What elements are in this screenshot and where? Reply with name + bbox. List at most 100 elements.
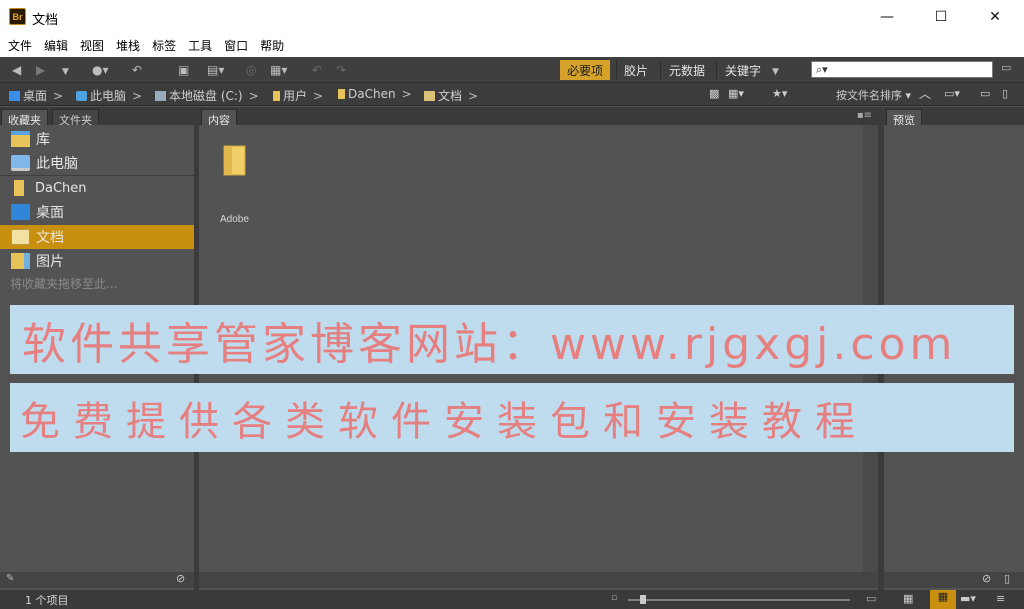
content-item-label[interactable]: Adobe bbox=[220, 214, 249, 225]
bridge-app-icon: Br bbox=[9, 8, 26, 25]
computer-icon bbox=[11, 155, 30, 171]
watermark-text-2: 免费提供各类软件安装包和安装教程 bbox=[20, 398, 868, 445]
path-bar: 桌面 > 此电脑 > 本地磁盘 (C:) > 用户 > DaChen > 文档 > ▩ ▦▾… bbox=[0, 83, 1024, 106]
user-folder-icon bbox=[14, 180, 24, 196]
minimize-button[interactable]: — bbox=[864, 0, 910, 34]
sort-ascending-icon[interactable]: ︿ bbox=[919, 85, 931, 102]
content-panel-footer bbox=[199, 572, 878, 588]
star-filter-icon[interactable]: ★▾ bbox=[772, 87, 787, 100]
refine-icon[interactable]: ▤▾ bbox=[207, 63, 224, 77]
fav-item-label: 图片 bbox=[36, 254, 64, 270]
fav-item-documents[interactable]: 文档 bbox=[0, 225, 194, 249]
lock-grid-icon[interactable]: ▦ bbox=[903, 592, 913, 605]
fav-item-library[interactable]: 库 bbox=[0, 127, 194, 151]
workspace-keywords[interactable]: 关键字 bbox=[718, 60, 768, 80]
rotate-right-icon[interactable]: ↷ bbox=[336, 63, 346, 77]
breadcrumb-documents[interactable]: 文档 > bbox=[424, 87, 478, 104]
tab-content[interactable]: 内容 bbox=[201, 109, 237, 127]
desktop-icon bbox=[9, 90, 20, 101]
favorites-drop-hint: 将收藏夹拖移至此... bbox=[10, 277, 118, 291]
workspace-divider bbox=[660, 61, 661, 79]
panel-menu-icon[interactable]: ▪≡ bbox=[857, 110, 872, 121]
watermark-text-1: 软件共享管家博客网站：www.rjgxgj.com bbox=[22, 318, 957, 370]
tab-folders[interactable]: 文件夹 bbox=[52, 109, 99, 127]
history-dropdown-icon[interactable]: ▼ bbox=[62, 65, 69, 79]
rotate-left-icon[interactable]: ↶ bbox=[312, 63, 322, 77]
breadcrumb-local-disk[interactable]: 本地磁盘 (C:) > bbox=[155, 87, 259, 104]
fav-item-desktop[interactable]: 桌面 bbox=[0, 200, 194, 224]
compact-mode-icon[interactable]: ▭ bbox=[1001, 61, 1015, 77]
thumbnail-slider-thumb[interactable] bbox=[640, 595, 646, 604]
thumbnail-size-slider[interactable] bbox=[628, 599, 850, 601]
fav-item-label: 桌面 bbox=[36, 205, 64, 221]
item-count: 1 个项目 bbox=[25, 594, 69, 607]
pictures-icon bbox=[11, 253, 30, 269]
watermark-banner-1: 软件共享管家博客网站：www.rjgxgj.com bbox=[10, 305, 1014, 374]
maximize-button[interactable]: ☐ bbox=[918, 0, 964, 34]
menu-label[interactable]: 标签 bbox=[152, 37, 176, 54]
fav-item-dachen[interactable]: DaChen bbox=[0, 176, 194, 200]
menu-view[interactable]: 视图 bbox=[80, 37, 104, 54]
zoom-out-icon[interactable]: ▫ bbox=[611, 593, 617, 603]
view-list-icon[interactable]: ≡ bbox=[996, 592, 1005, 605]
library-icon bbox=[11, 131, 30, 147]
pin-icon[interactable]: ✎ bbox=[6, 573, 14, 584]
output-icon[interactable]: ▦▾ bbox=[270, 63, 287, 77]
view-grid-icon[interactable]: ▦▾ bbox=[728, 87, 744, 100]
open-recent-folder-icon[interactable]: ▭▾ bbox=[944, 87, 960, 100]
folder-icon bbox=[273, 90, 280, 101]
fav-item-pictures[interactable]: 图片 bbox=[0, 249, 194, 273]
view-details-icon[interactable]: ▬▾ bbox=[960, 592, 976, 605]
workspace-filmstrip[interactable]: 胶片 bbox=[617, 60, 655, 80]
documents-icon bbox=[11, 229, 30, 245]
preview-panel-footer: ⊘ ▯ bbox=[884, 572, 1024, 588]
watermark-banner-2: 免费提供各类软件安装包和安装教程 bbox=[10, 383, 1014, 452]
computer-icon bbox=[76, 90, 87, 101]
close-button[interactable]: ✕ bbox=[972, 0, 1018, 34]
fav-item-label: 文档 bbox=[36, 230, 64, 246]
bridge-window: Br 文档 — ☐ ✕ 文件 编辑 视图 堆栈 标签 工具 窗口 帮助 ◀ ▶ … bbox=[0, 0, 1024, 609]
back-arrow-icon[interactable]: ◀ bbox=[12, 63, 21, 77]
disk-icon bbox=[155, 90, 166, 101]
fav-item-this-pc[interactable]: 此电脑 bbox=[0, 151, 194, 175]
stop-icon[interactable]: ⊘ bbox=[982, 572, 991, 585]
tab-favorites[interactable]: 收藏夹 bbox=[1, 109, 48, 127]
menu-window[interactable]: 窗口 bbox=[224, 37, 248, 54]
desktop-icon bbox=[11, 204, 30, 220]
menu-help[interactable]: 帮助 bbox=[260, 37, 284, 54]
workspace-metadata[interactable]: 元数据 bbox=[662, 60, 712, 80]
folder-icon[interactable] bbox=[223, 145, 246, 176]
tab-preview[interactable]: 预览 bbox=[886, 109, 922, 127]
breadcrumb-users[interactable]: 用户 > bbox=[273, 87, 323, 104]
open-camera-raw-icon[interactable]: ◎ bbox=[246, 63, 256, 77]
menu-stack[interactable]: 堆栈 bbox=[116, 37, 140, 54]
thumbnail-quality-icon[interactable]: ▩ bbox=[709, 87, 719, 100]
view-thumbnails-icon[interactable]: ▦ bbox=[930, 590, 956, 609]
breadcrumb-this-pc[interactable]: 此电脑 > bbox=[76, 87, 142, 104]
forward-arrow-icon[interactable]: ▶ bbox=[36, 63, 45, 77]
menu-edit[interactable]: 编辑 bbox=[44, 37, 68, 54]
menu-bar: 文件 编辑 视图 堆栈 标签 工具 窗口 帮助 bbox=[0, 34, 1024, 57]
zoom-in-icon[interactable]: ▭ bbox=[866, 592, 876, 605]
left-panel-tabs: 收藏夹 文件夹 bbox=[0, 107, 194, 127]
new-folder-icon[interactable]: ▭ bbox=[980, 87, 990, 100]
breadcrumb-dachen[interactable]: DaChen > bbox=[338, 87, 412, 101]
breadcrumb-desktop[interactable]: 桌面 > bbox=[9, 87, 63, 104]
status-bar: 1 个项目 ▫ ▭ ▦ ▦ ▬▾ ≡ bbox=[0, 590, 1024, 609]
workspace-dropdown-icon[interactable]: ▼ bbox=[772, 65, 779, 79]
delete-icon[interactable]: ▯ bbox=[1002, 87, 1008, 100]
window-title: 文档 bbox=[32, 13, 59, 28]
fav-item-label: DaChen bbox=[35, 180, 87, 196]
menu-file[interactable]: 文件 bbox=[8, 37, 32, 54]
workspace-divider bbox=[716, 61, 717, 79]
remove-favorite-icon[interactable]: ⊘ bbox=[176, 572, 185, 585]
search-input[interactable]: ⌕▾ bbox=[811, 61, 993, 78]
sort-button[interactable]: 按文件名排序 ▾ bbox=[836, 87, 911, 103]
workspace-essentials[interactable]: 必要项 bbox=[560, 60, 611, 80]
camera-import-icon[interactable]: ▣ bbox=[178, 63, 189, 77]
recent-icon[interactable]: ↶ bbox=[132, 63, 142, 77]
menu-tools[interactable]: 工具 bbox=[188, 37, 212, 54]
trash-icon[interactable]: ▯ bbox=[1004, 572, 1010, 585]
documents-icon bbox=[424, 90, 435, 101]
go-parent-icon[interactable]: ●▾ bbox=[92, 63, 109, 77]
